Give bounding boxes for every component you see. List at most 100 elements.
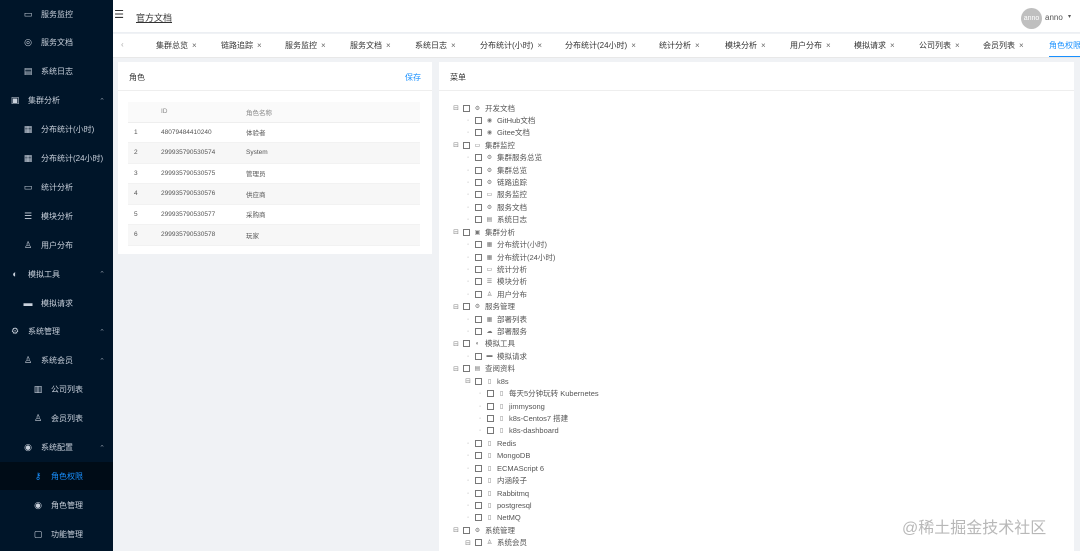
checkbox[interactable]	[475, 216, 482, 224]
tree-node[interactable]: ⊟ ▯ k8s	[464, 375, 509, 387]
checkbox[interactable]	[463, 141, 470, 149]
sidebar-item[interactable]: ▢ 功能管理	[0, 520, 113, 548]
checkbox[interactable]	[475, 352, 482, 360]
tree-node[interactable]: · ▯ postgresql	[464, 499, 532, 511]
checkbox[interactable]	[475, 464, 482, 472]
tree-node[interactable]: ⊟ ⚙ 服务管理	[452, 301, 515, 313]
sidebar-item[interactable]: ▬ 模拟请求	[0, 289, 113, 317]
tree-node[interactable]: · ▤ 系统日志	[464, 214, 527, 226]
table-row[interactable]: 6 299935790530578 玩家	[128, 224, 420, 246]
checkbox[interactable]	[475, 501, 482, 509]
sidebar-item[interactable]: ◐ 模拟工具 ⌃	[0, 260, 113, 288]
collapse-icon[interactable]: ⊟	[452, 141, 460, 149]
checkbox[interactable]	[463, 104, 470, 112]
tab-scroll-left-icon[interactable]: ‹	[121, 40, 124, 49]
checkbox[interactable]	[475, 514, 482, 522]
checkbox[interactable]	[475, 191, 482, 199]
checkbox[interactable]	[463, 526, 470, 534]
close-icon[interactable]: ×	[192, 41, 197, 50]
tree-node[interactable]: ⊟ ♙ 系统会员	[464, 537, 527, 549]
tab-item[interactable]: 模块分析 ×	[725, 40, 766, 51]
tab-item[interactable]: 链路追踪 ×	[221, 40, 262, 51]
menu-toggle-icon[interactable]: ☰	[113, 9, 125, 21]
tree-node[interactable]: · ♙ 用户分布	[464, 288, 527, 300]
sidebar-item[interactable]: ▦ 分布统计(24小时)	[0, 145, 113, 173]
collapse-icon[interactable]: ⊟	[464, 539, 472, 547]
close-icon[interactable]: ×	[537, 41, 542, 50]
table-row[interactable]: 3 299935790530575 管理员	[128, 163, 420, 184]
tab-item[interactable]: 公司列表 ×	[919, 40, 960, 51]
checkbox[interactable]	[463, 228, 470, 236]
tree-node[interactable]: · ▦ 分布统计(小时)	[464, 239, 547, 251]
tree-node[interactable]: · ▯ Redis	[464, 437, 516, 449]
collapse-icon[interactable]: ⊟	[452, 526, 460, 534]
tree-node[interactable]: · ▦ 部署列表	[464, 313, 527, 325]
checkbox[interactable]	[475, 241, 482, 249]
tree-node[interactable]: · ☁ 部署服务	[464, 326, 527, 338]
tree-node[interactable]: ⊟ ▣ 集群分析	[452, 226, 515, 238]
tab-item[interactable]: 分布统计(小时) ×	[480, 40, 542, 51]
tree-node[interactable]: · ▯ MongoDB	[464, 450, 531, 462]
close-icon[interactable]: ×	[631, 41, 636, 50]
sidebar-item[interactable]: ▥ 公司列表	[0, 376, 113, 404]
tree-node[interactable]: · ⚙ 集群服务总览	[464, 152, 542, 164]
tree-node[interactable]: · ⚙ 服务文档	[464, 201, 527, 213]
save-button[interactable]: 保存	[405, 72, 421, 83]
tab-item[interactable]: 统计分析 ×	[659, 40, 700, 51]
sidebar-item[interactable]: ◉ 系统配置 ⌃	[0, 434, 113, 462]
checkbox[interactable]	[475, 265, 482, 273]
table-row[interactable]: 1 48079484410240 体验者	[128, 122, 420, 143]
avatar[interactable]: anno	[1021, 8, 1042, 29]
checkbox[interactable]	[475, 539, 482, 547]
tab-item[interactable]: 角色权限	[1049, 40, 1080, 57]
collapse-icon[interactable]: ⊟	[452, 340, 460, 348]
tree-node[interactable]: · ▯ k8s-Centos7 搭建	[476, 413, 568, 425]
checkbox[interactable]	[487, 402, 494, 410]
official-docs-link[interactable]: 官方文档	[136, 11, 172, 24]
checkbox[interactable]	[487, 427, 494, 435]
checkbox[interactable]	[475, 290, 482, 298]
sidebar-item[interactable]: ▭ 统计分析	[0, 173, 113, 201]
user-name[interactable]: anno	[1045, 13, 1063, 22]
checkbox[interactable]	[475, 439, 482, 447]
checkbox[interactable]	[475, 166, 482, 174]
tree-node[interactable]: · ☰ 模块分析	[464, 276, 527, 288]
close-icon[interactable]: ×	[1019, 41, 1024, 50]
sidebar-item[interactable]: ♙ 会员列表	[0, 405, 113, 433]
tree-node[interactable]: · ⚙ 链路追踪	[464, 177, 527, 189]
checkbox[interactable]	[475, 489, 482, 497]
tab-item[interactable]: 服务监控 ×	[285, 40, 326, 51]
table-row[interactable]: 2 299935790530574 System	[128, 142, 420, 164]
tree-node[interactable]: · ▯ 每天5分钟玩转 Kubernetes	[476, 388, 599, 400]
tree-node[interactable]: ⊟ ▭ 集群监控	[452, 139, 515, 151]
tree-node[interactable]: ⊟ ◐ 模拟工具	[452, 338, 515, 350]
tree-node[interactable]: · ◉ GitHub文档	[464, 114, 536, 126]
checkbox[interactable]	[463, 303, 470, 311]
checkbox[interactable]	[475, 116, 482, 124]
close-icon[interactable]: ×	[761, 41, 766, 50]
tree-node[interactable]: · ◉ Gitee文档	[464, 127, 530, 139]
checkbox[interactable]	[475, 203, 482, 211]
chevron-down-icon[interactable]: ▾	[1068, 13, 1071, 20]
checkbox[interactable]	[475, 179, 482, 187]
collapse-icon[interactable]: ⊟	[452, 365, 460, 373]
sidebar-item[interactable]: ♙ 用户分布	[0, 231, 113, 259]
tree-node[interactable]: · ▬ 模拟请求	[464, 350, 527, 362]
sidebar-item[interactable]: ◎ 服务文档	[0, 29, 113, 57]
tab-item[interactable]: 集群总览 ×	[156, 40, 197, 51]
sidebar-item[interactable]: ☰ 模块分析	[0, 202, 113, 230]
sidebar-item[interactable]: ◉ 角色管理	[0, 491, 113, 519]
close-icon[interactable]: ×	[890, 41, 895, 50]
checkbox[interactable]	[463, 340, 470, 348]
tree-node[interactable]: · ▯ NetMQ	[464, 512, 521, 524]
tab-item[interactable]: 会员列表 ×	[983, 40, 1024, 51]
tree-node[interactable]: ⊟ ⚙ 开发文档	[452, 102, 515, 114]
checkbox[interactable]	[463, 365, 470, 373]
close-icon[interactable]: ×	[386, 41, 391, 50]
checkbox[interactable]	[487, 390, 494, 398]
checkbox[interactable]	[475, 452, 482, 460]
tab-item[interactable]: 分布统计(24小时) ×	[565, 40, 636, 51]
sidebar-item[interactable]: ▣ 集群分析 ⌃	[0, 87, 113, 115]
tab-item[interactable]: 模拟请求 ×	[854, 40, 895, 51]
tree-node[interactable]: · ▯ k8s-dashboard	[476, 425, 559, 437]
